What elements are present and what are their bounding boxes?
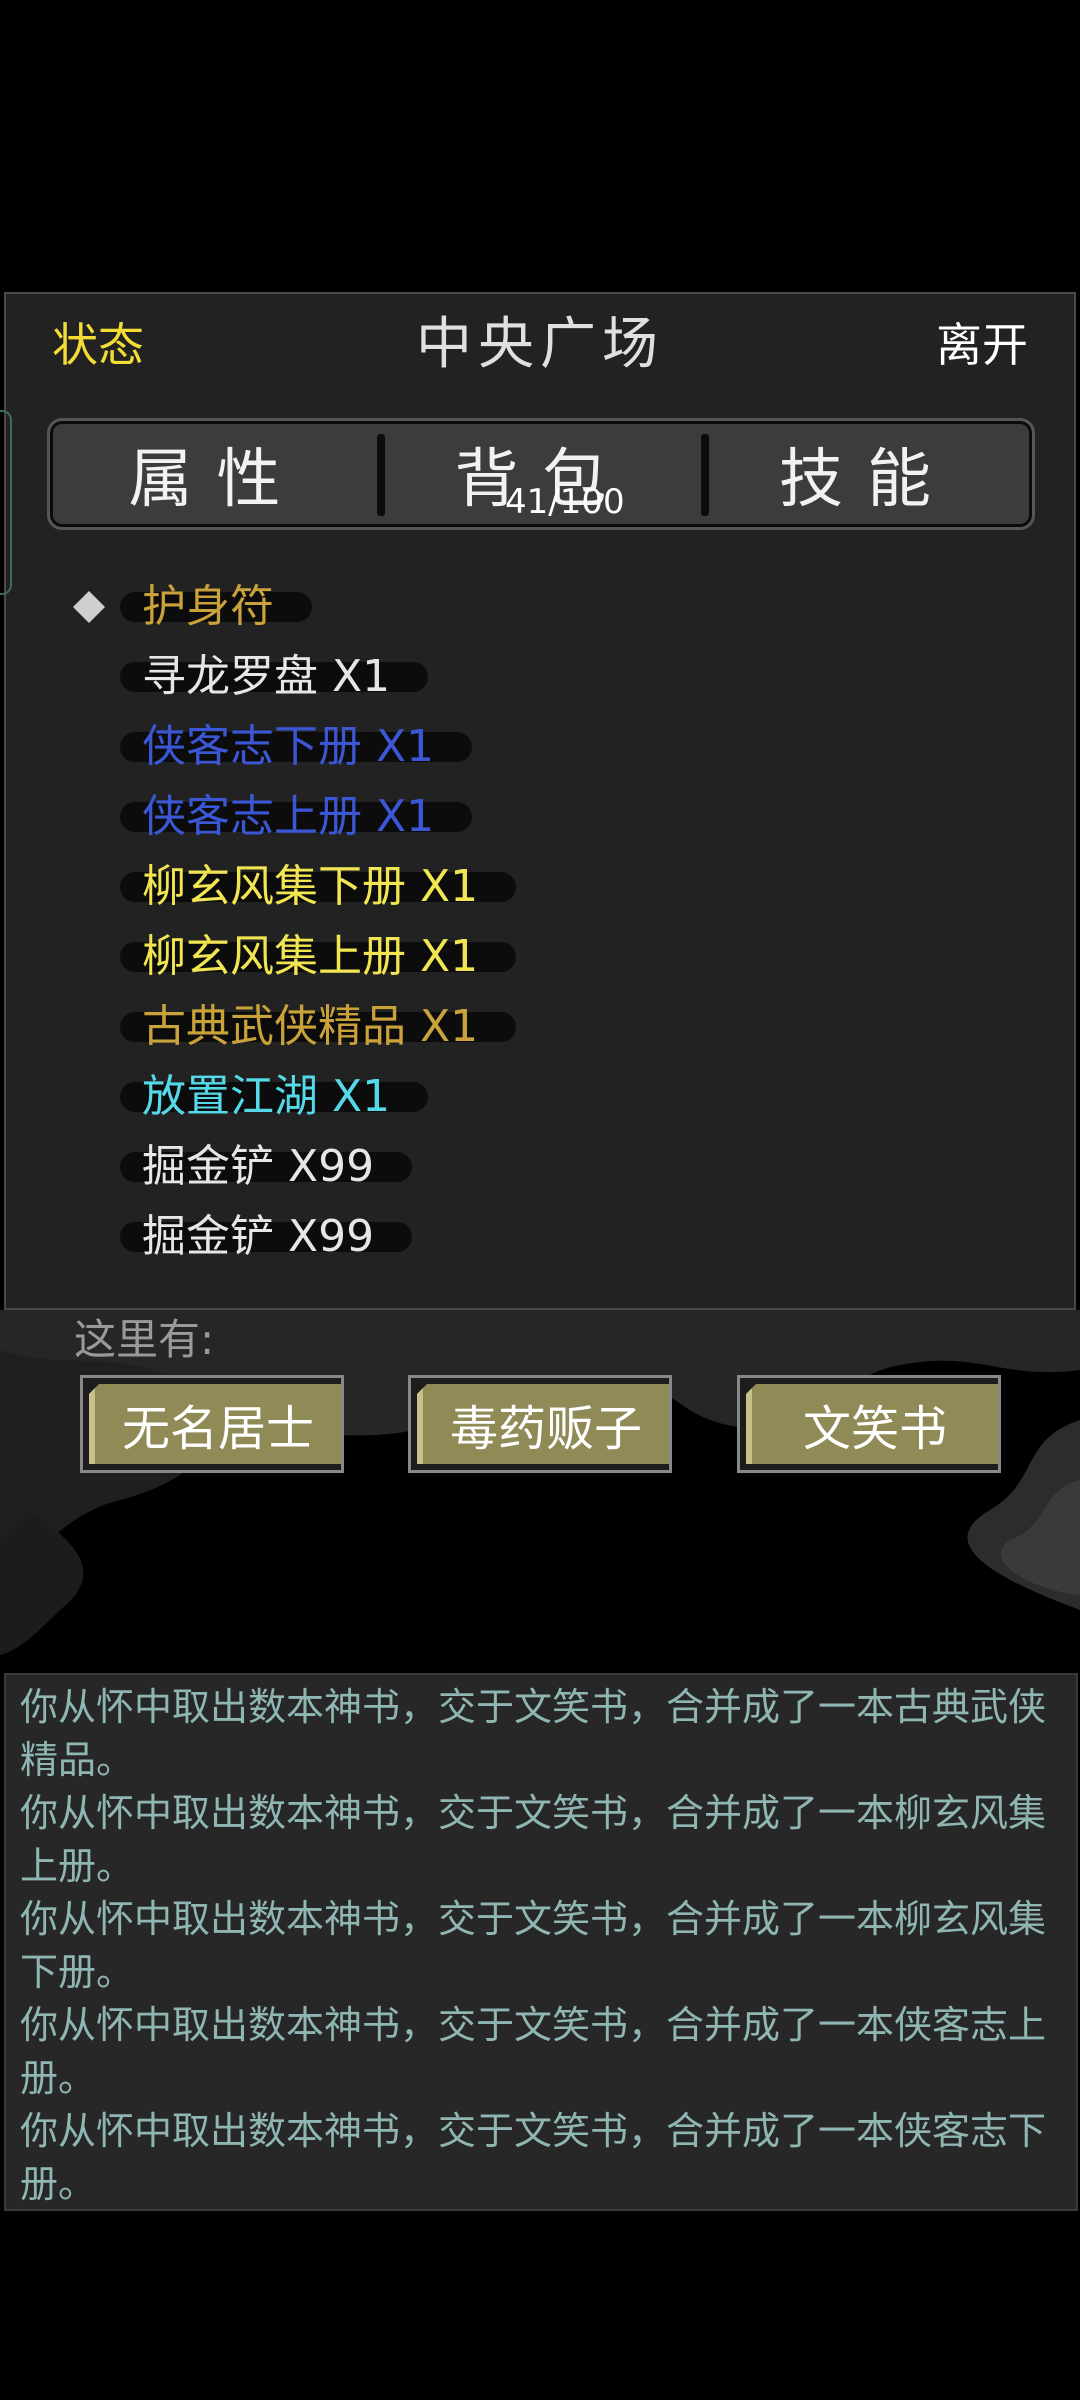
npc-button[interactable]: 无名居士	[80, 1375, 344, 1473]
tab-attributes[interactable]: 属性	[53, 424, 380, 524]
item-label: 掘金铲 X99	[142, 1211, 375, 1262]
npc-button[interactable]: 文笑书	[737, 1375, 1001, 1473]
item-label: 寻龙罗盘 X1	[142, 651, 391, 702]
item-label: 柳玄风集上册 X1	[142, 931, 479, 982]
tab-skills[interactable]: 技能	[705, 424, 1029, 524]
npc-label: 文笑书	[746, 1384, 998, 1464]
log-entry: 你从怀中取出数本神书，交于文笑书，合并成了一本古典武侠精品。	[20, 1685, 1047, 1782]
item-label: 侠客志下册 X1	[142, 721, 435, 772]
here-label: 这里有:	[74, 1315, 215, 1364]
log-entry: 你从怀中取出数本神书，交于文笑书，合并成了一本柳玄风集下册。	[20, 1897, 1047, 1994]
side-drawer-handle[interactable]	[0, 410, 12, 595]
message-log[interactable]: 你从怀中取出数本神书，交于文笑书，合并成了一本古典武侠精品。 你从怀中取出数本神书…	[4, 1673, 1078, 2211]
location-title: 中央广场	[416, 312, 664, 377]
item-label: 古典武侠精品 X1	[142, 1001, 479, 1052]
item-label: 掘金铲 X99	[142, 1141, 375, 1192]
selected-diamond-icon	[72, 590, 106, 624]
item-label: 侠客志上册 X1	[142, 791, 435, 842]
log-entry: 你从怀中取出数本神书，交于文笑书，合并成了一本侠客志下册。	[20, 2109, 1047, 2206]
log-entry: 你从怀中取出数本神书，交于文笑书，合并成了一本柳玄风集上册。	[20, 1791, 1047, 1888]
item-label: 放置江湖 X1	[142, 1071, 391, 1122]
npc-button[interactable]: 毒药贩子	[408, 1375, 672, 1473]
npc-label: 毒药贩子	[417, 1384, 669, 1464]
npc-label: 无名居士	[89, 1384, 341, 1464]
item-label: 柳玄风集下册 X1	[142, 861, 479, 912]
log-entry: 你从怀中取出数本神书，交于文笑书，合并成了一本侠客志上册。	[20, 2003, 1047, 2100]
leave-button[interactable]: 离开	[936, 310, 1028, 380]
backpack-capacity: 41/100	[505, 482, 625, 522]
item-label: 护身符	[142, 581, 274, 632]
